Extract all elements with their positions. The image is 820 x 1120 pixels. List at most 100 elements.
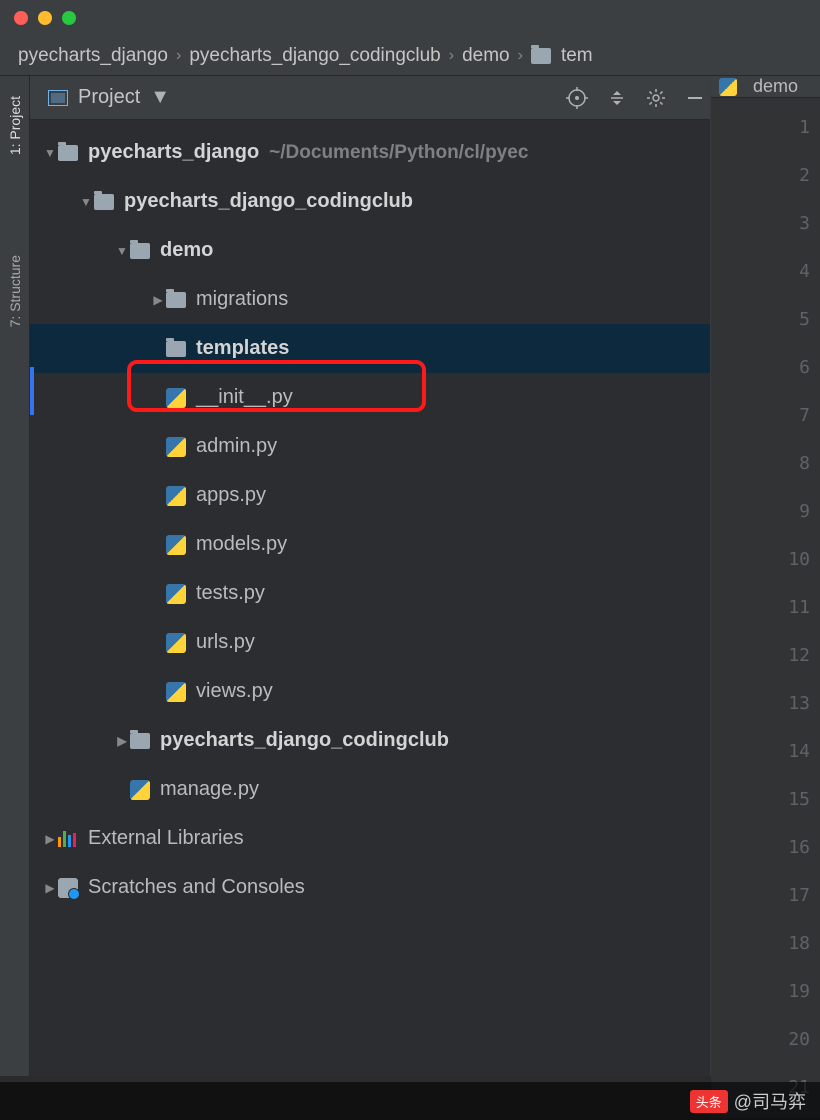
- watermark: 头条 头条 @司马弈 @司马弈: [0, 1082, 820, 1120]
- tree-file[interactable]: tests.py: [30, 569, 710, 618]
- gear-icon[interactable]: [646, 88, 666, 108]
- line-number: 20: [721, 1016, 810, 1064]
- chevron-right-icon: ›: [449, 47, 454, 65]
- chevron-right-icon: ▶: [42, 881, 58, 895]
- line-number: 9: [721, 488, 810, 536]
- expand-all-icon[interactable]: [608, 89, 626, 107]
- tab-structure[interactable]: 7: Structure: [5, 245, 25, 337]
- folder-icon: [130, 243, 150, 259]
- breadcrumb-item[interactable]: demo: [462, 45, 510, 67]
- chevron-down-icon: ▼: [78, 195, 94, 209]
- side-tabs: 1: Project 7: Structure: [0, 76, 30, 1076]
- chevron-right-icon: ›: [176, 47, 181, 65]
- tab-project[interactable]: 1: Project: [5, 86, 25, 165]
- tree-label: apps.py: [196, 484, 266, 507]
- watermark-text: @司马弈: [734, 1088, 806, 1114]
- tree-label: migrations: [196, 288, 288, 311]
- minimize-window-button[interactable]: [38, 11, 52, 25]
- tree-label: models.py: [196, 533, 287, 556]
- chevron-down-icon: ▼: [42, 146, 58, 160]
- tree-file[interactable]: apps.py: [30, 471, 710, 520]
- project-tree: Project ▼ ▼ pyecharts_django ~/Documents…: [30, 76, 710, 1076]
- libraries-icon: [58, 831, 78, 847]
- line-number: 14: [721, 728, 810, 776]
- watermark-badge: 头条: [690, 1090, 728, 1113]
- tree-label: pyecharts_django_codingclub: [160, 729, 449, 752]
- tree-file[interactable]: models.py: [30, 520, 710, 569]
- locate-icon[interactable]: [566, 87, 588, 109]
- tree-path: ~/Documents/Python/cl/pyec: [269, 142, 528, 164]
- close-window-button[interactable]: [14, 11, 28, 25]
- tree-label: demo: [160, 239, 213, 262]
- tree-label: Scratches and Consoles: [88, 876, 305, 899]
- folder-icon: [166, 341, 186, 357]
- python-file-icon: [166, 535, 186, 555]
- line-number: 11: [721, 584, 810, 632]
- editor-panel: demo 123456789101112131415161718192021: [710, 76, 820, 1076]
- tree-label: templates: [196, 337, 289, 360]
- tree-app-demo[interactable]: ▼ demo: [30, 226, 710, 275]
- folder-icon: [130, 733, 150, 749]
- python-file-icon: [130, 780, 150, 800]
- tree-file-manage[interactable]: manage.py: [30, 765, 710, 814]
- python-file-icon: [166, 682, 186, 702]
- chevron-down-icon[interactable]: ▼: [150, 86, 170, 109]
- breadcrumb-item[interactable]: tem: [561, 45, 593, 67]
- toolbar-title[interactable]: Project: [78, 86, 140, 109]
- line-number: 12: [721, 632, 810, 680]
- line-number: 2: [721, 152, 810, 200]
- line-number: 10: [721, 536, 810, 584]
- tree-folder-templates[interactable]: templates: [30, 324, 710, 373]
- python-file-icon: [166, 584, 186, 604]
- chevron-down-icon: ▼: [114, 244, 130, 258]
- breadcrumb-item[interactable]: pyecharts_django_codingclub: [189, 45, 440, 67]
- tree-module[interactable]: ▼ pyecharts_django_codingclub: [30, 177, 710, 226]
- line-number: 7: [721, 392, 810, 440]
- tree-file[interactable]: admin.py: [30, 422, 710, 471]
- line-number: 19: [721, 968, 810, 1016]
- line-number: 3: [721, 200, 810, 248]
- python-file-icon: [719, 78, 737, 96]
- line-number: 18: [721, 920, 810, 968]
- line-number: 1: [721, 104, 810, 152]
- tree-external-libraries[interactable]: ▶ External Libraries: [30, 814, 710, 863]
- chevron-right-icon: ▶: [114, 734, 130, 748]
- chevron-right-icon: ▶: [150, 293, 166, 307]
- tree-label: tests.py: [196, 582, 265, 605]
- line-number: 17: [721, 872, 810, 920]
- folder-icon: [531, 48, 551, 64]
- tree-label: urls.py: [196, 631, 255, 654]
- tree-file[interactable]: urls.py: [30, 618, 710, 667]
- scratches-icon: [58, 878, 78, 898]
- tree-file[interactable]: views.py: [30, 667, 710, 716]
- tree-folder-migrations[interactable]: ▶ migrations: [30, 275, 710, 324]
- python-file-icon: [166, 437, 186, 457]
- folder-icon: [94, 194, 114, 210]
- tree-label: pyecharts_django: [88, 141, 259, 164]
- line-number: 8: [721, 440, 810, 488]
- editor-tab[interactable]: demo: [711, 76, 820, 98]
- line-number-gutter: 123456789101112131415161718192021: [711, 98, 820, 1118]
- folder-icon: [166, 292, 186, 308]
- minimize-icon[interactable]: [686, 89, 704, 107]
- line-number: 4: [721, 248, 810, 296]
- tree-module[interactable]: ▶ pyecharts_django_codingclub: [30, 716, 710, 765]
- breadcrumb-item[interactable]: pyecharts_django: [18, 45, 168, 67]
- line-number: 6: [721, 344, 810, 392]
- tree-file[interactable]: __init__.py: [30, 373, 710, 422]
- tree-label: pyecharts_django_codingclub: [124, 190, 413, 213]
- editor-tab-label: demo: [753, 76, 798, 97]
- line-number: 5: [721, 296, 810, 344]
- maximize-window-button[interactable]: [62, 11, 76, 25]
- python-file-icon: [166, 633, 186, 653]
- tree-label: views.py: [196, 680, 273, 703]
- line-number: 15: [721, 776, 810, 824]
- line-number: 13: [721, 680, 810, 728]
- breadcrumb[interactable]: pyecharts_django › pyecharts_django_codi…: [0, 36, 820, 76]
- folder-icon: [58, 145, 78, 161]
- tree-scratches[interactable]: ▶ Scratches and Consoles: [30, 863, 710, 912]
- tree-label: External Libraries: [88, 827, 244, 850]
- tree-root[interactable]: ▼ pyecharts_django ~/Documents/Python/cl…: [30, 128, 710, 177]
- chevron-right-icon: ›: [518, 47, 523, 65]
- chevron-right-icon: ▶: [42, 832, 58, 846]
